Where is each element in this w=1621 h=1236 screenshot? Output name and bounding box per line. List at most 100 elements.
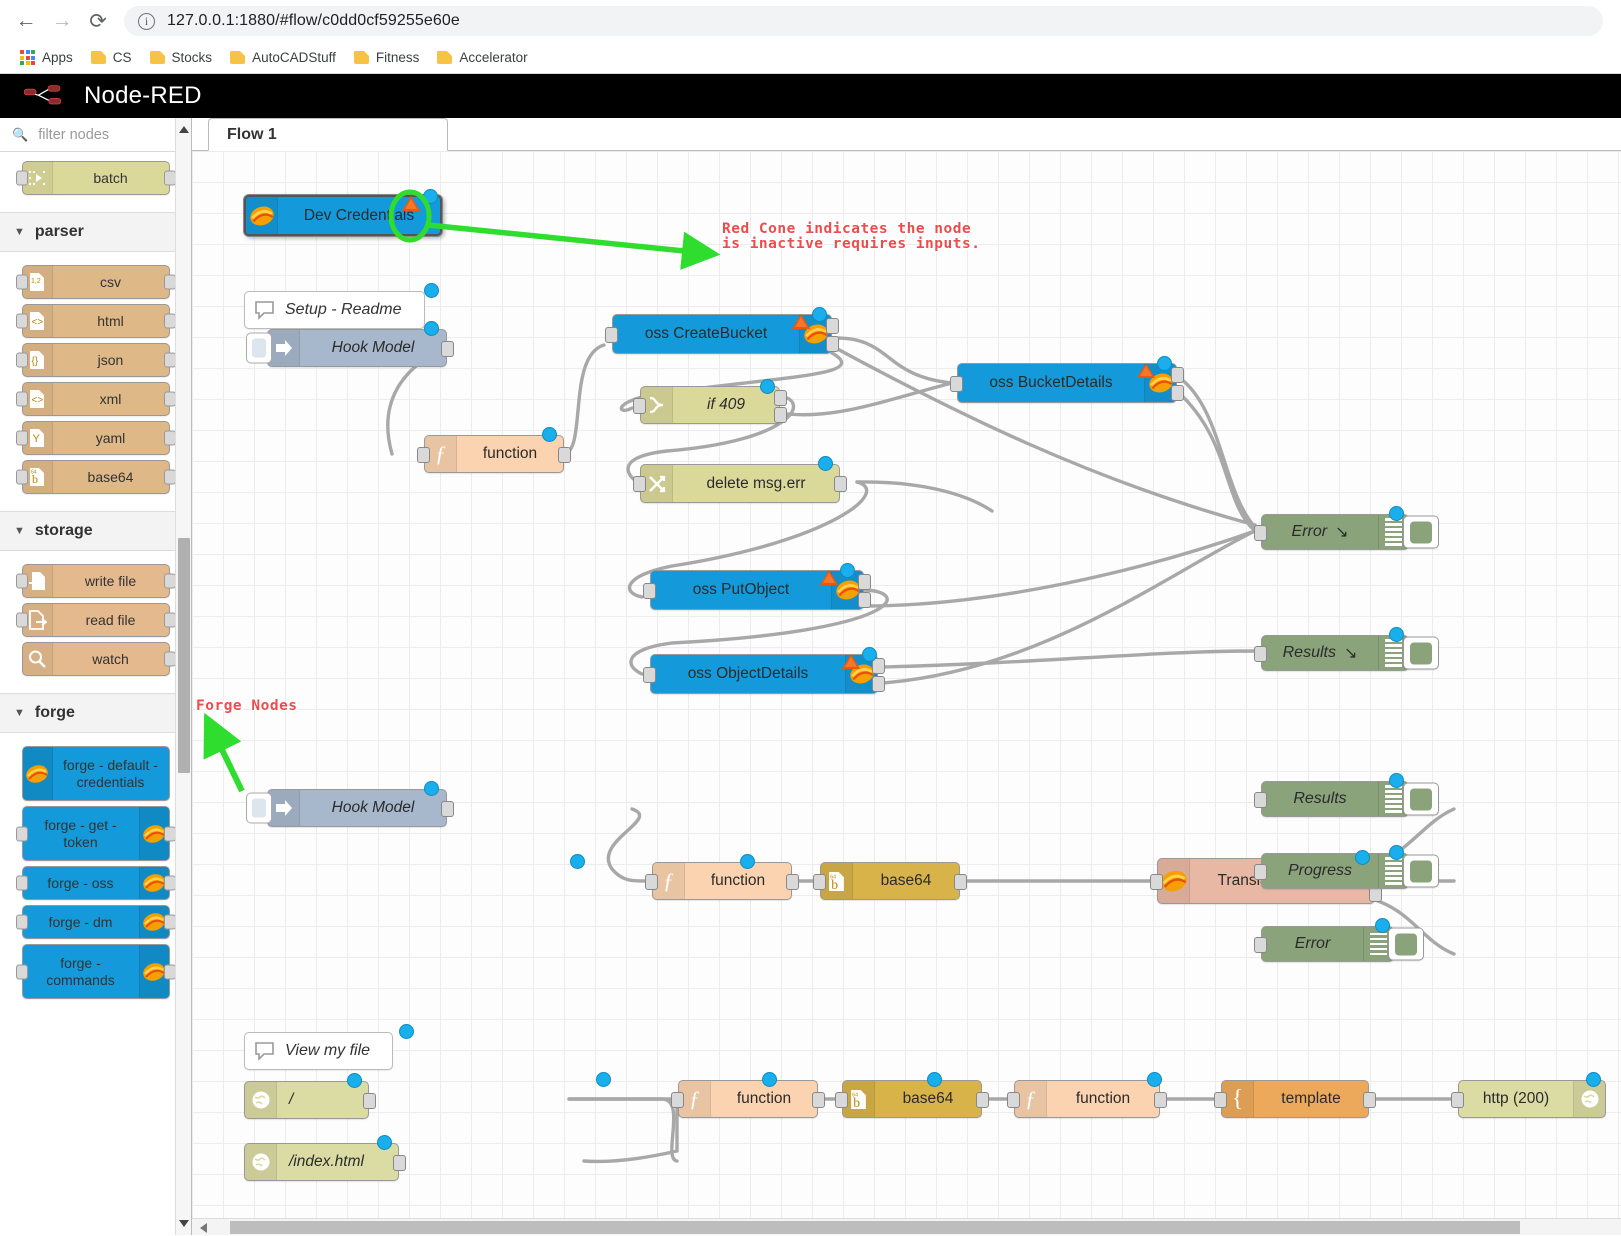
node-input-port[interactable] — [1254, 864, 1267, 880]
node-output-port[interactable] — [163, 875, 176, 891]
node-output-port[interactable] — [774, 407, 787, 423]
node-output-port[interactable] — [363, 1093, 376, 1109]
node-input-port[interactable] — [643, 667, 656, 683]
node-input-port[interactable] — [15, 573, 28, 589]
node-output-port[interactable] — [1171, 367, 1184, 383]
flow-node-hook-model-2[interactable]: Hook Model — [246, 789, 454, 827]
flow-node-function-3[interactable]: ƒ function — [671, 1080, 825, 1118]
node-output-port[interactable] — [163, 651, 176, 667]
scroll-up-arrow-icon[interactable] — [179, 126, 189, 133]
flow-node-base64-1[interactable]: 64 b base64 — [813, 862, 967, 900]
bookmark-stocks[interactable]: Stocks — [142, 47, 221, 68]
node-output-port[interactable] — [812, 1092, 825, 1108]
palette-category-forge[interactable]: ▼ forge — [0, 693, 191, 733]
node-output-port[interactable] — [163, 391, 176, 407]
node-input-port[interactable] — [15, 274, 28, 290]
node-input-port[interactable] — [15, 469, 28, 485]
node-input-port[interactable] — [1007, 1092, 1020, 1108]
node-input-port[interactable] — [15, 313, 28, 329]
canvas-horizontal-scrollbar[interactable] — [192, 1218, 1621, 1235]
node-input-port[interactable] — [950, 376, 963, 392]
reload-icon[interactable]: ⟳ — [80, 3, 116, 39]
flow-node-function-1[interactable]: ƒ function — [417, 435, 571, 473]
node-output-port[interactable] — [163, 170, 176, 186]
bookmark-fitness[interactable]: Fitness — [346, 47, 428, 68]
flow-node-if-409[interactable]: if 409 — [633, 386, 787, 424]
node-input-port[interactable] — [671, 1092, 684, 1108]
palette-scrollbar-thumb[interactable] — [178, 538, 190, 773]
palette-node-read-file[interactable]: read file — [15, 603, 176, 637]
node-input-port[interactable] — [1254, 646, 1267, 662]
flow-node-setup-readme[interactable]: Setup - Readme — [244, 291, 425, 329]
node-input-port[interactable] — [633, 476, 646, 492]
node-output-port[interactable] — [163, 914, 176, 930]
node-input-port[interactable] — [15, 352, 28, 368]
node-input-port[interactable] — [15, 612, 28, 628]
flow-node-delete-msg-err[interactable]: delete msg.err — [633, 464, 847, 503]
scroll-down-arrow-icon[interactable] — [179, 1220, 189, 1227]
debug-enable-toggle[interactable] — [1403, 782, 1439, 816]
flow-node-hook-model-1[interactable]: Hook Model — [246, 329, 454, 367]
palette-node-csv[interactable]: 1,2 csv — [15, 265, 176, 299]
node-input-port[interactable] — [835, 1092, 848, 1108]
forward-arrow-icon[interactable]: → — [44, 3, 80, 39]
palette-scroll-area[interactable]: batch ▼ parser 1,2 csv <> html {} json <… — [0, 152, 191, 1235]
flow-node-debug-progress[interactable]: Progress — [1254, 853, 1439, 889]
debug-enable-toggle[interactable] — [1403, 854, 1439, 888]
node-input-port[interactable] — [1254, 792, 1267, 808]
node-input-port[interactable] — [15, 875, 28, 891]
node-input-port[interactable] — [813, 874, 826, 890]
palette-node-json[interactable]: {} json — [15, 343, 176, 377]
node-output-port[interactable] — [441, 801, 454, 817]
node-output-port[interactable] — [1363, 1092, 1376, 1108]
node-output-port[interactable] — [163, 313, 176, 329]
flow-node-http-in-index[interactable]: /index.html — [244, 1143, 406, 1181]
palette-node-forge-commands[interactable]: forge - commands — [15, 944, 176, 999]
palette-node-yaml[interactable]: Y yaml — [15, 421, 176, 455]
node-output-port[interactable] — [954, 874, 967, 890]
node-output-port[interactable] — [163, 612, 176, 628]
node-output-port[interactable] — [1171, 385, 1184, 401]
node-output-port[interactable] — [834, 476, 847, 492]
node-output-port[interactable] — [858, 592, 871, 608]
debug-enable-toggle[interactable] — [1403, 636, 1439, 670]
node-output-port[interactable] — [826, 336, 839, 352]
link-node-button[interactable] — [246, 792, 272, 824]
node-input-port[interactable] — [417, 447, 430, 463]
node-output-port[interactable] — [441, 341, 454, 357]
node-output-port[interactable] — [558, 447, 571, 463]
scroll-left-arrow-icon[interactable] — [200, 1223, 207, 1233]
flow-node-debug-results-1[interactable]: Results ↘ — [1254, 635, 1439, 671]
node-output-port[interactable] — [393, 1155, 406, 1171]
node-input-port[interactable] — [643, 583, 656, 599]
node-output-port[interactable] — [163, 352, 176, 368]
node-input-port[interactable] — [15, 914, 28, 930]
node-input-port[interactable] — [1451, 1092, 1464, 1108]
node-output-port[interactable] — [163, 469, 176, 485]
node-output-port[interactable] — [163, 964, 176, 979]
palette-category-storage[interactable]: ▼ storage — [0, 511, 191, 551]
node-input-port[interactable] — [633, 398, 646, 414]
flow-node-view-my-file[interactable]: View my file — [244, 1032, 394, 1070]
address-bar[interactable]: i 127.0.0.1:1880/#flow/c0dd0cf59255e60e — [124, 6, 1603, 36]
palette-node-forge-default-credentials[interactable]: forge - default - credentials — [21, 746, 170, 801]
flow-node-function-4[interactable]: ƒ function — [1007, 1080, 1167, 1118]
bookmark-accelerator[interactable]: Accelerator — [429, 47, 535, 68]
bookmark-apps[interactable]: Apps — [12, 47, 81, 68]
debug-enable-toggle[interactable] — [1388, 927, 1424, 961]
palette-node-forge-dm[interactable]: forge - dm — [15, 905, 176, 939]
node-output-port[interactable] — [826, 318, 839, 334]
palette-node-forge-get-token[interactable]: forge - get - token — [15, 806, 176, 861]
node-input-port[interactable] — [605, 327, 618, 343]
node-output-port[interactable] — [163, 430, 176, 446]
node-input-port[interactable] — [1254, 525, 1267, 541]
bookmark-cs[interactable]: CS — [83, 47, 140, 68]
bookmark-autocadstuff[interactable]: AutoCADStuff — [222, 47, 344, 68]
node-input-port[interactable] — [1254, 937, 1267, 953]
flow-canvas[interactable]: Red Cone indicates the node is inactive … — [192, 151, 1621, 1235]
node-input-port[interactable] — [15, 430, 28, 446]
palette-node-html[interactable]: <> html — [15, 304, 176, 338]
palette-category-parser[interactable]: ▼ parser — [0, 212, 191, 252]
node-output-port[interactable] — [163, 274, 176, 290]
palette-node-base64[interactable]: 64 b base64 — [15, 460, 176, 494]
